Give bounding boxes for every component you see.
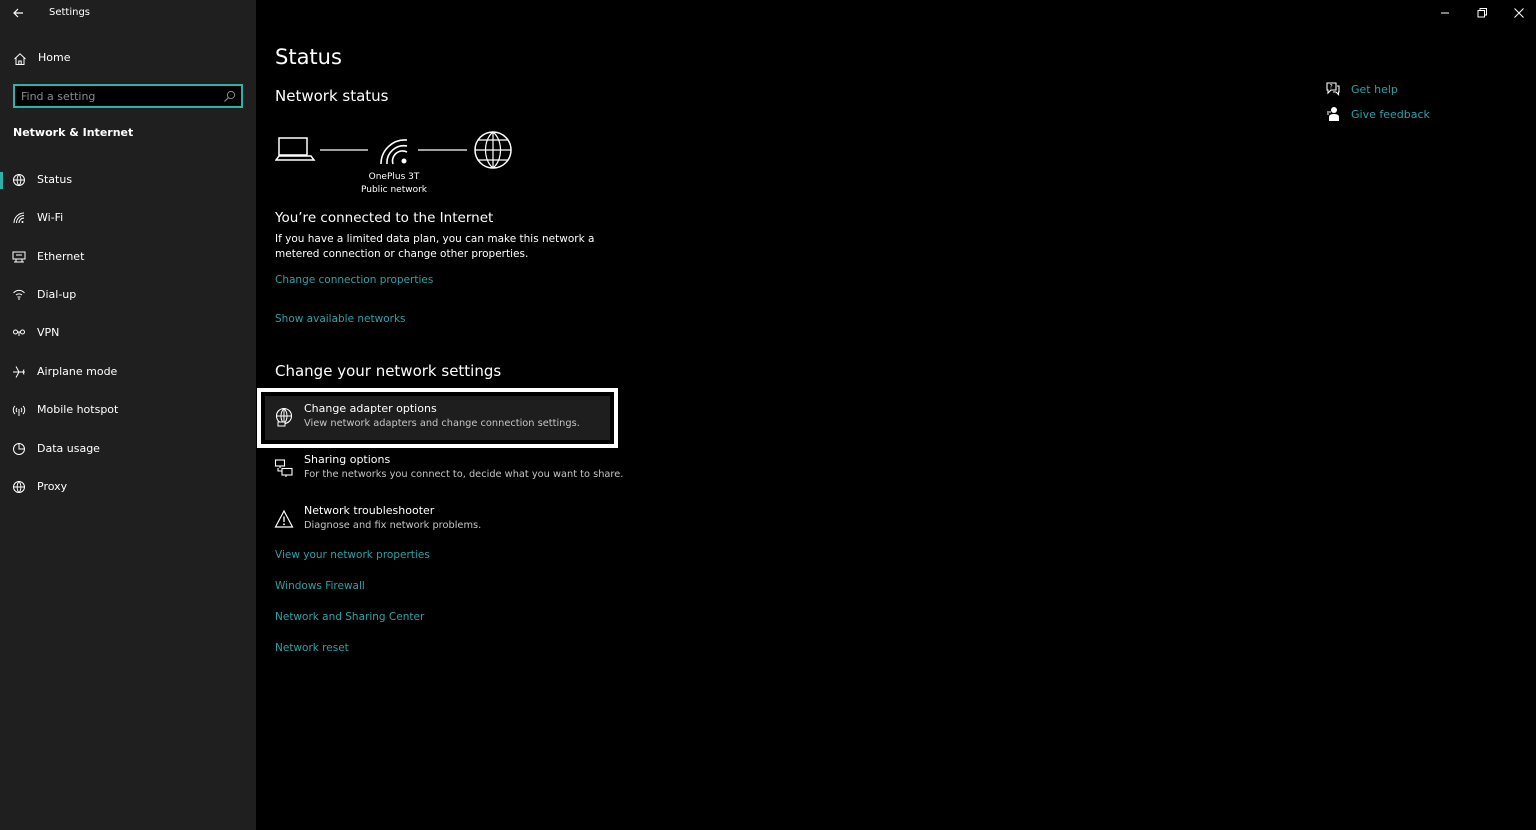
page-title: Status xyxy=(275,45,342,69)
sidebar-item-label: Dial-up xyxy=(37,288,77,301)
change-adapter-options-button[interactable]: Change adapter options View network adap… xyxy=(257,388,618,448)
sidebar-item-proxy[interactable]: Proxy xyxy=(0,472,256,502)
app-title: Settings xyxy=(49,7,91,18)
network-status-heading: Network status xyxy=(275,87,389,105)
adapter-icon xyxy=(275,407,293,427)
close-icon[interactable] xyxy=(1510,4,1528,22)
dialup-icon xyxy=(13,289,25,300)
sharing-options-button[interactable]: Sharing options For the networks you con… xyxy=(265,447,623,491)
network-troubleshooter-button[interactable]: Network troubleshooter Diagnose and fix … xyxy=(265,498,610,542)
sidebar-item-ethernet[interactable]: Ethernet xyxy=(0,242,256,272)
network-reset-link[interactable]: Network reset xyxy=(275,642,349,654)
change-connection-properties-link[interactable]: Change connection properties xyxy=(275,274,433,286)
wifi-icon xyxy=(13,212,25,224)
warning-icon xyxy=(274,509,294,528)
setting-title: Network troubleshooter xyxy=(304,504,435,517)
sidebar-item-label: Proxy xyxy=(37,480,68,493)
section-title: Network & Internet xyxy=(13,126,134,139)
sidebar-item-label: Data usage xyxy=(37,442,100,455)
setting-description: Diagnose and fix network problems. xyxy=(304,520,482,531)
sidebar-item-hotspot[interactable]: Mobile hotspot xyxy=(0,395,256,425)
airplane-icon xyxy=(13,366,25,378)
give-feedback-icon xyxy=(1327,107,1339,121)
title-bar: Settings xyxy=(0,0,256,28)
sidebar-item-label: Status xyxy=(37,173,73,186)
network-label: OnePlus 3T Public network xyxy=(340,171,448,197)
svg-text:?: ? xyxy=(1330,84,1333,91)
windows-firewall-link[interactable]: Windows Firewall xyxy=(275,580,365,592)
sidebar-item-label: VPN xyxy=(37,326,60,339)
minimize-icon[interactable] xyxy=(1436,4,1454,22)
view-network-properties-link[interactable]: View your network properties xyxy=(275,549,430,561)
search-icon[interactable] xyxy=(223,90,236,103)
sidebar-item-label: Wi-Fi xyxy=(37,211,64,224)
restore-icon[interactable] xyxy=(1473,4,1491,22)
give-feedback-label: Give feedback xyxy=(1351,108,1430,121)
connection-description: If you have a limited data plan, you can… xyxy=(275,233,595,260)
sidebar: Settings Home Network & Internet Status … xyxy=(0,0,256,830)
setting-description: View network adapters and change connect… xyxy=(304,418,580,429)
setting-title: Sharing options xyxy=(304,453,391,466)
sharing-icon xyxy=(274,459,293,477)
network-name: OnePlus 3T xyxy=(368,172,420,182)
sidebar-item-dialup[interactable]: Dial-up xyxy=(0,280,256,310)
sidebar-item-status[interactable]: Status xyxy=(0,165,256,195)
globe-icon xyxy=(474,131,512,169)
wifi-signal-icon xyxy=(380,139,408,165)
network-sharing-center-link[interactable]: Network and Sharing Center xyxy=(275,611,424,623)
data-usage-icon xyxy=(13,443,25,455)
search-box[interactable] xyxy=(13,84,243,108)
setting-description: For the networks you connect to, decide … xyxy=(304,469,624,480)
connection-title: You’re connected to the Internet xyxy=(275,210,494,226)
sidebar-item-label: Ethernet xyxy=(37,250,85,263)
proxy-icon xyxy=(13,481,25,493)
show-available-networks-link[interactable]: Show available networks xyxy=(275,313,406,325)
laptop-icon xyxy=(275,137,316,161)
vpn-icon xyxy=(13,329,25,336)
sidebar-item-home[interactable]: Home xyxy=(0,46,256,72)
search-input[interactable] xyxy=(21,88,211,105)
home-icon xyxy=(14,53,26,65)
hotspot-icon xyxy=(12,405,26,416)
sidebar-item-wifi[interactable]: Wi-Fi xyxy=(0,203,256,233)
status-icon xyxy=(13,174,25,186)
sidebar-item-label: Airplane mode xyxy=(37,365,118,378)
get-help-label: Get help xyxy=(1351,83,1398,96)
sidebar-item-vpn[interactable]: VPN xyxy=(0,318,256,348)
ethernet-icon xyxy=(12,251,26,263)
sidebar-item-label: Mobile hotspot xyxy=(37,403,119,416)
setting-title: Change adapter options xyxy=(304,402,437,415)
home-label: Home xyxy=(38,51,71,64)
back-arrow-icon[interactable] xyxy=(10,4,28,22)
network-type: Public network xyxy=(360,185,428,195)
sidebar-item-airplane[interactable]: Airplane mode xyxy=(0,357,256,387)
sidebar-item-data-usage[interactable]: Data usage xyxy=(0,434,256,464)
change-settings-heading: Change your network settings xyxy=(275,362,502,380)
get-help-icon: ? xyxy=(1326,82,1340,96)
